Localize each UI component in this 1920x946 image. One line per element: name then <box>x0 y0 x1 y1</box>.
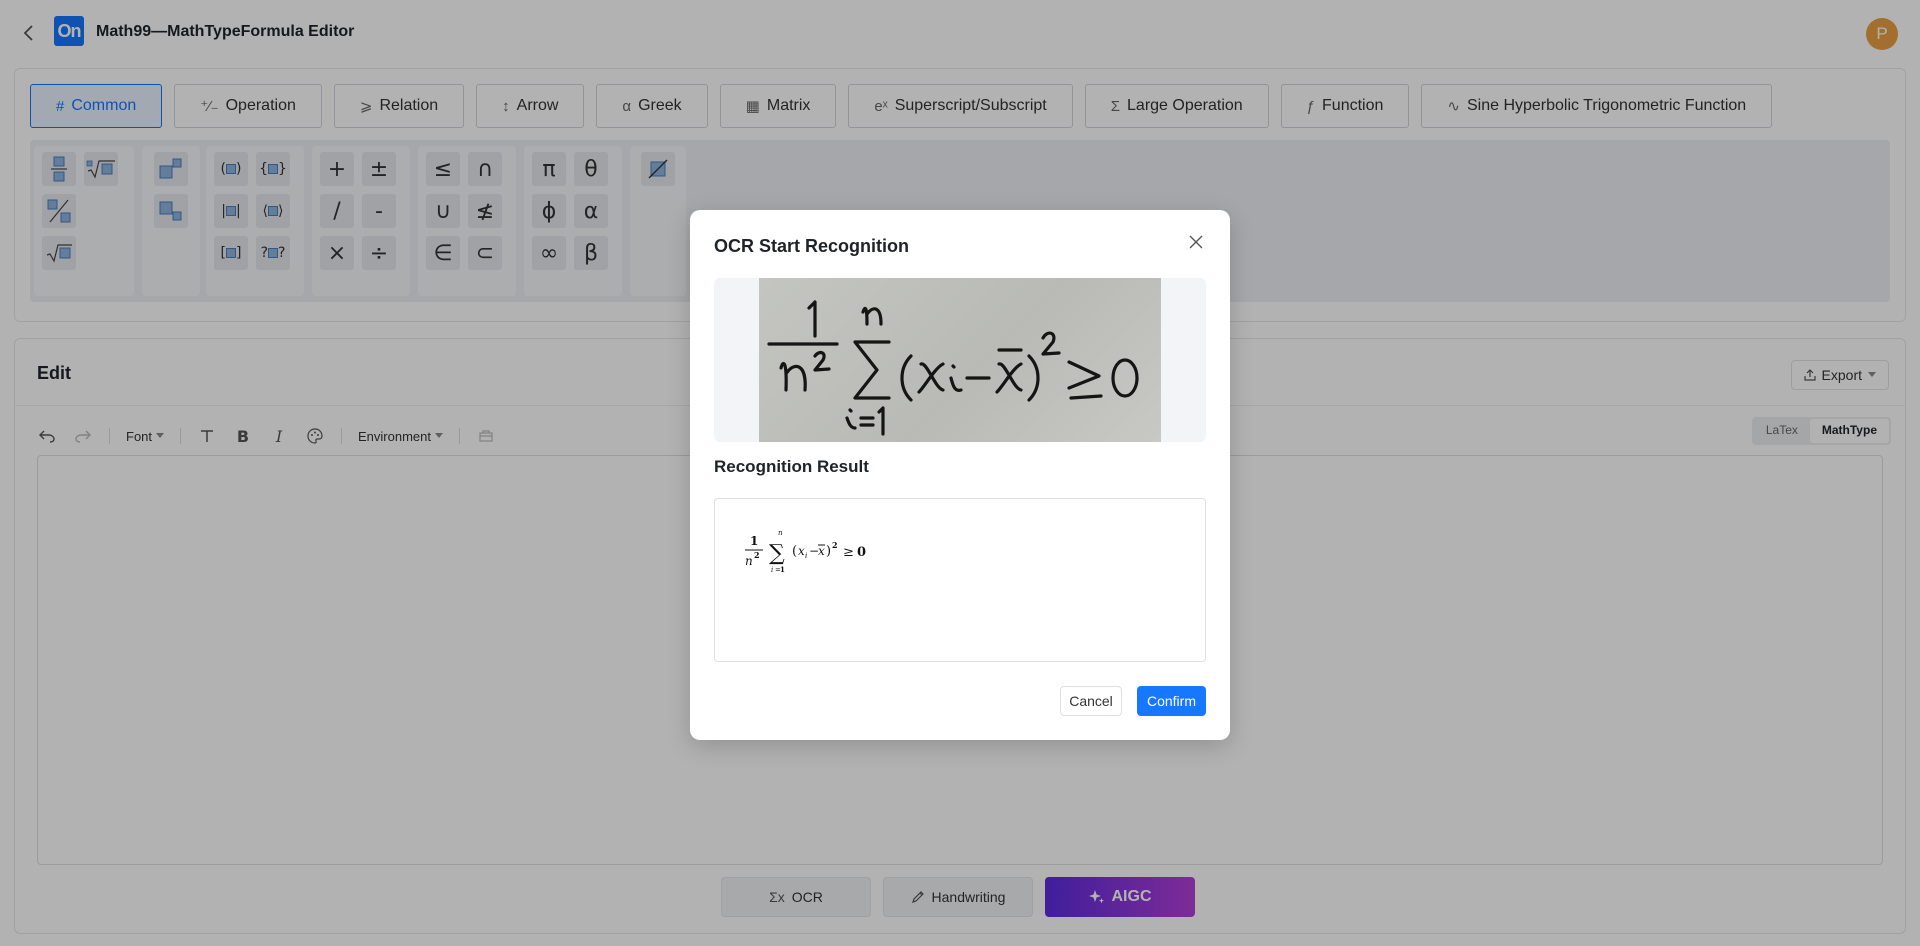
svg-text:x: x <box>818 544 825 558</box>
svg-text:2: 2 <box>754 550 760 560</box>
svg-text:n: n <box>778 529 783 537</box>
svg-text:x: x <box>798 544 805 558</box>
svg-text:∑: ∑ <box>769 541 785 566</box>
ocr-modal: OCR Start Recognition Recognition Result… <box>690 210 1230 740</box>
result-title: Recognition Result <box>714 457 869 476</box>
svg-text:n: n <box>745 554 753 568</box>
recognized-formula: 1 n 2 n ∑ i = 1 ( x i − x ) 2 ≥ 0 <box>745 529 866 574</box>
recognition-result-box: 1 n 2 n ∑ i = 1 ( x i − x ) 2 ≥ 0 <box>714 498 1206 662</box>
svg-text:): ) <box>826 544 831 559</box>
modal-title: OCR Start Recognition <box>714 236 910 256</box>
close-icon <box>1189 235 1203 249</box>
svg-text:(: ( <box>792 544 797 559</box>
handwritten-formula-photo <box>759 278 1161 442</box>
confirm-button[interactable]: Confirm <box>1137 686 1206 716</box>
svg-text:1: 1 <box>780 565 785 574</box>
svg-text:0: 0 <box>857 545 866 560</box>
close-button[interactable] <box>1184 230 1208 254</box>
svg-text:i: i <box>805 552 807 560</box>
svg-text:≥: ≥ <box>843 545 854 560</box>
svg-text:1: 1 <box>750 534 758 548</box>
svg-text:i: i <box>771 566 773 574</box>
cancel-button[interactable]: Cancel <box>1060 686 1122 716</box>
svg-text:2: 2 <box>832 540 838 550</box>
ocr-source-image-box <box>714 278 1206 442</box>
